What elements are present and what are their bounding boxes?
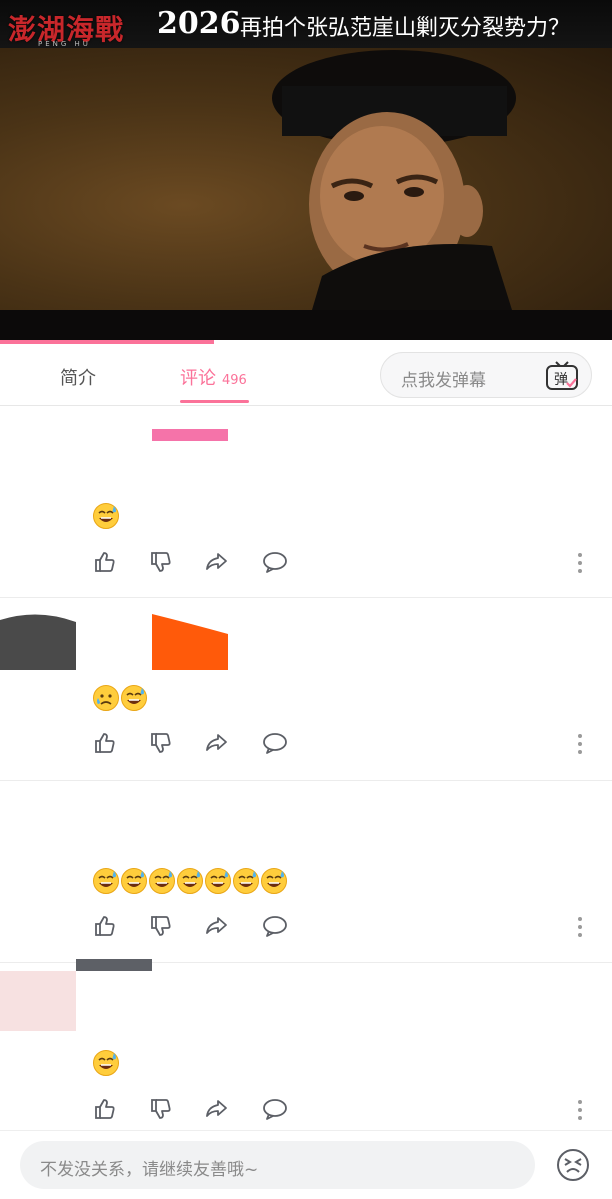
reply-input[interactable]: 不发没关系，请继续友善哦~ [20,1141,535,1189]
dislike-icon[interactable] [148,1096,174,1122]
share-icon[interactable] [204,730,230,756]
redacted-username [152,429,228,441]
danmaku-toggle-glyph: 弹 [554,372,568,388]
danmaku-placeholder: 点我发弹幕 [401,371,486,391]
video-player[interactable]: 澎湖海戰 PENG HU 2026 再拍个张弘范崖山剿灭分裂势力？ [0,0,612,340]
comment-item [0,407,612,597]
reply-bar: 不发没关系，请继续友善哦~ [0,1130,612,1199]
redacted-avatar [0,614,228,670]
tab-comments[interactable]: 评论 496 [180,364,247,390]
comment-item [0,598,612,780]
comment-actions [92,1096,592,1124]
sweat-smile-emoji-icon [93,503,119,529]
video-bottom-band [0,310,612,340]
movie-logo-sub: PENG HU [38,40,91,48]
sweat-smile-emoji-icon [205,868,231,894]
share-icon[interactable] [204,549,230,575]
video-title: 再拍个张弘范崖山剿灭分裂势力？ [240,16,571,41]
tab-comments-label: 评论 [180,368,216,389]
sweat-smile-emoji-icon [93,868,119,894]
sweat-smile-emoji-icon [93,1050,119,1076]
like-icon[interactable] [92,913,118,939]
like-icon[interactable] [92,549,118,575]
comment-emojis [92,502,120,532]
comment-actions [92,549,592,577]
video-figure-image [272,50,516,310]
emoji-picker-icon[interactable] [556,1148,590,1182]
more-options-icon[interactable] [576,916,584,938]
share-icon[interactable] [204,913,230,939]
tab-intro[interactable]: 简介 [60,364,96,390]
comment-item [0,959,612,1130]
tab-bar: 简介 评论 496 点我发弹幕 弹 [0,344,612,406]
dislike-icon[interactable] [148,913,174,939]
sweat-smile-emoji-icon [261,868,287,894]
dislike-icon[interactable] [148,549,174,575]
redacted-username [76,959,152,971]
comment-item [0,781,612,963]
redacted-avatar [0,971,76,1031]
comment-emojis [92,684,148,714]
comment-emojis [92,867,288,897]
comment-actions [92,913,592,941]
reply-icon[interactable] [262,913,288,939]
danmaku-input[interactable]: 点我发弹幕 弹 [380,352,592,398]
reply-icon[interactable] [262,730,288,756]
sweat-smile-emoji-icon [121,868,147,894]
video-title-bar: 澎湖海戰 PENG HU 2026 再拍个张弘范崖山剿灭分裂势力？ [0,0,612,48]
sweat-smile-emoji-icon [121,685,147,711]
more-options-icon[interactable] [576,733,584,755]
video-year: 2026 [157,6,241,41]
more-options-icon[interactable] [576,1099,584,1121]
movie-logo: 澎湖海戰 PENG HU [0,4,150,48]
comment-emojis [92,1049,120,1079]
comments-count: 496 [222,373,247,388]
reply-icon[interactable] [262,1096,288,1122]
share-icon[interactable] [204,1096,230,1122]
sweat-smile-emoji-icon [177,868,203,894]
sweat-smile-emoji-icon [149,868,175,894]
reply-icon[interactable] [262,549,288,575]
reply-placeholder: 不发没关系，请继续友善哦~ [40,1160,259,1180]
sad-relieved-emoji-icon [93,685,119,711]
more-options-icon[interactable] [576,552,584,574]
like-icon[interactable] [92,1096,118,1122]
dislike-icon[interactable] [148,730,174,756]
comment-actions [92,730,592,758]
like-icon[interactable] [92,730,118,756]
active-tab-indicator [180,400,249,403]
sweat-smile-emoji-icon [233,868,259,894]
danmaku-toggle-icon[interactable]: 弹 [545,361,579,391]
